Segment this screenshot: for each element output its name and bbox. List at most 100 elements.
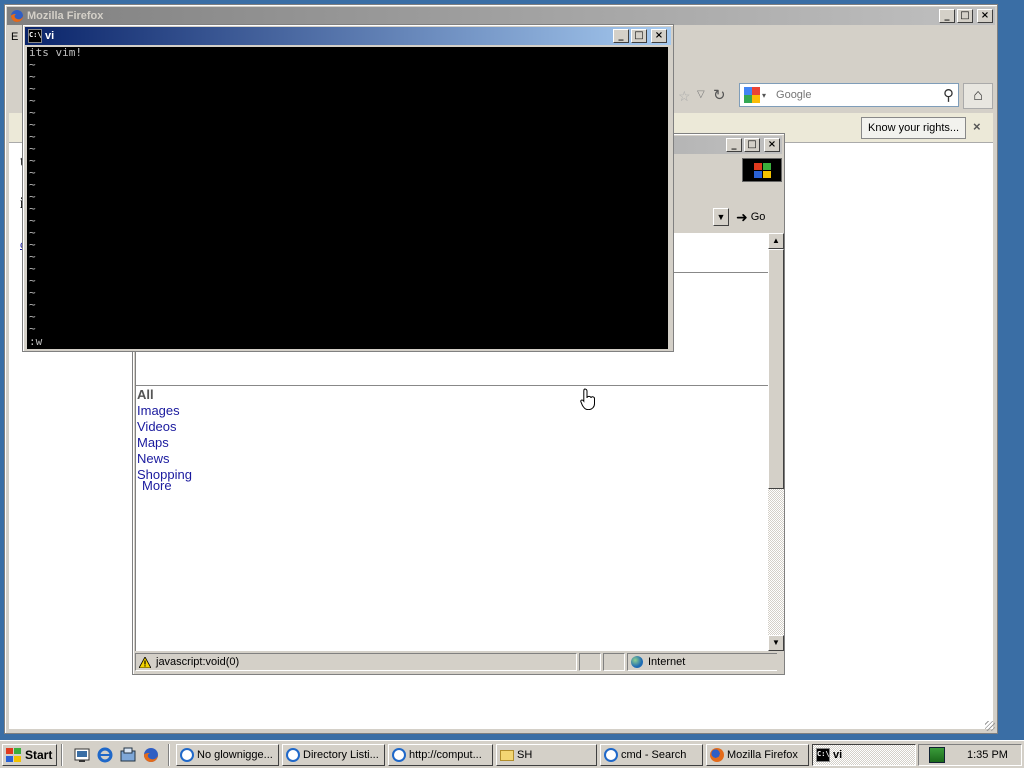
taskbar-button-folder[interactable]: SH [496, 744, 597, 766]
know-your-rights-button[interactable]: Know your rights... [861, 117, 967, 139]
vi-command-line: :w [29, 335, 43, 348]
go-arrow-icon: ➜ [736, 208, 748, 225]
vi-tilde-line: ~ [29, 118, 36, 131]
nav-link-maps[interactable]: Maps [137, 435, 192, 451]
taskbar-button-ie-1[interactable]: No glownigge... [176, 744, 279, 766]
windows-throbber-icon [742, 158, 782, 182]
nav-link-news[interactable]: News [137, 451, 192, 467]
search-icon[interactable]: ⚲ [943, 86, 954, 104]
firefox-quicklaunch-icon[interactable] [142, 746, 160, 764]
windows-explorer-icon[interactable] [119, 746, 137, 764]
ie-icon [392, 748, 406, 762]
zone-text: Internet [648, 656, 686, 668]
firefox-icon [710, 748, 724, 762]
security-zone-pane: Internet [627, 653, 777, 671]
status-text: javascript:void(0) [156, 656, 240, 668]
vi-lines: its vim! ~ ~ ~ ~ ~ ~ ~ ~ ~ ~ ~ ~ ~ ~ ~ ~ ~ ~ ~ ~ ~ ~ ~ [29, 47, 666, 335]
vi-tilde-line: ~ [29, 322, 36, 335]
nav-link-all[interactable]: All [137, 387, 192, 403]
url-dropdown-icon[interactable]: ▽ [697, 89, 705, 100]
internet-zone-icon [631, 656, 643, 668]
scroll-down-button[interactable]: ▼ [768, 635, 784, 651]
network-icon[interactable] [929, 747, 945, 763]
vi-titlebar[interactable]: C:\ vi [25, 27, 671, 45]
minimize-button[interactable]: _ [613, 29, 629, 43]
taskbar-button-label: Directory Listi... [303, 749, 379, 761]
menu-edit-fragment[interactable]: E [11, 31, 18, 43]
engine-dropdown-icon[interactable]: ▾ [762, 91, 766, 100]
scroll-up-button[interactable]: ▲ [768, 233, 784, 249]
close-button[interactable]: × [977, 9, 993, 23]
maximize-button[interactable]: □ [631, 29, 647, 43]
maximize-button[interactable]: □ [957, 9, 973, 23]
taskbar-button-label: vi [833, 749, 843, 761]
show-desktop-icon[interactable] [73, 746, 91, 764]
internet-explorer-icon[interactable] [96, 746, 114, 764]
ie-status-bar: javascript:void(0) Internet [135, 653, 782, 673]
google-icon[interactable] [744, 87, 760, 103]
vi-tilde-line: ~ [29, 274, 36, 287]
search-input[interactable] [776, 89, 943, 101]
nav-link-images[interactable]: Images [137, 403, 192, 419]
minimize-button[interactable]: _ [726, 138, 742, 152]
taskbar-button-ie-2[interactable]: Directory Listi... [282, 744, 385, 766]
vi-tilde-line: ~ [29, 250, 36, 263]
close-button[interactable]: × [764, 138, 780, 152]
vertical-scrollbar[interactable]: ▲ ▼ [768, 233, 784, 651]
vi-tilde-line: ~ [29, 82, 36, 95]
vi-tilde-line: ~ [29, 310, 36, 323]
nav-link-more[interactable]: More [142, 478, 172, 493]
vi-tilde-line: ~ [29, 226, 36, 239]
vi-tilde-line: ~ [29, 94, 36, 107]
warning-icon [139, 656, 151, 668]
minimize-button[interactable]: _ [939, 9, 955, 23]
vi-tilde-line: ~ [29, 178, 36, 191]
vi-tilde-line: ~ [29, 130, 36, 143]
taskbar-button-firefox[interactable]: Mozilla Firefox [706, 744, 809, 766]
search-box[interactable]: ▾ ⚲ [739, 83, 959, 107]
maximize-button[interactable]: □ [744, 138, 760, 152]
firefox-titlebar[interactable]: Mozilla Firefox [7, 7, 995, 25]
vi-tilde-line: ~ [29, 262, 36, 275]
clock[interactable]: 1:35 PM [967, 749, 1008, 761]
bookmark-star-icon[interactable]: ☆ [678, 88, 691, 105]
taskbar-button-label: http://comput... [409, 749, 482, 761]
taskbar-button-label: SH [517, 749, 533, 761]
home-button[interactable]: ⌂ [963, 83, 993, 109]
divider [136, 385, 769, 386]
hand-cursor-icon [580, 388, 595, 410]
vi-tilde-line: ~ [29, 106, 36, 119]
nav-link-videos[interactable]: Videos [137, 419, 192, 435]
ie-icon [180, 748, 194, 762]
notification-close-icon[interactable]: × [973, 119, 981, 134]
taskbar-button-ie-3[interactable]: http://comput... [388, 744, 493, 766]
firefox-menubar: E [11, 31, 18, 49]
vi-title: vi [45, 30, 55, 42]
windows-logo-icon [6, 748, 22, 762]
vi-tilde-line: ~ [29, 154, 36, 167]
ie-icon [286, 748, 300, 762]
address-dropdown-icon[interactable]: ▼ [713, 208, 729, 226]
vi-console-window[interactable]: C:\ vi _ □ × its vim! ~ ~ ~ ~ ~ ~ ~ ~ ~ ~ ~ ~ ~ ~ ~ ~ ~ ~ ~… [22, 24, 674, 352]
resize-grip[interactable] [985, 721, 995, 731]
close-button[interactable]: × [651, 29, 667, 43]
taskbar-separator [61, 744, 63, 766]
vi-tilde-line: ~ [29, 166, 36, 179]
vi-editor-buffer[interactable]: its vim! ~ ~ ~ ~ ~ ~ ~ ~ ~ ~ ~ ~ ~ ~ ~ ~ ~ ~ ~ ~ ~ ~ ~ :w [27, 47, 668, 349]
taskbar-button-vi[interactable]: C:\ vi [812, 744, 916, 766]
reload-icon[interactable]: ↻ [713, 86, 726, 104]
status-pane [579, 653, 601, 671]
firefox-icon [11, 10, 23, 22]
start-button[interactable]: Start [2, 744, 57, 766]
vi-tilde-line: ~ [29, 238, 36, 251]
taskbar-button-label: Mozilla Firefox [727, 749, 798, 761]
start-label: Start [25, 748, 53, 762]
ie-icon [604, 748, 618, 762]
folder-icon [500, 749, 514, 761]
taskbar-button-ie-4[interactable]: cmd - Search [600, 744, 703, 766]
scroll-thumb[interactable] [768, 249, 784, 489]
vi-text-line: its vim! [29, 47, 82, 59]
go-label: Go [750, 211, 766, 223]
go-button[interactable]: ➜ Go [736, 206, 780, 228]
system-tray: 1:35 PM [918, 744, 1022, 766]
